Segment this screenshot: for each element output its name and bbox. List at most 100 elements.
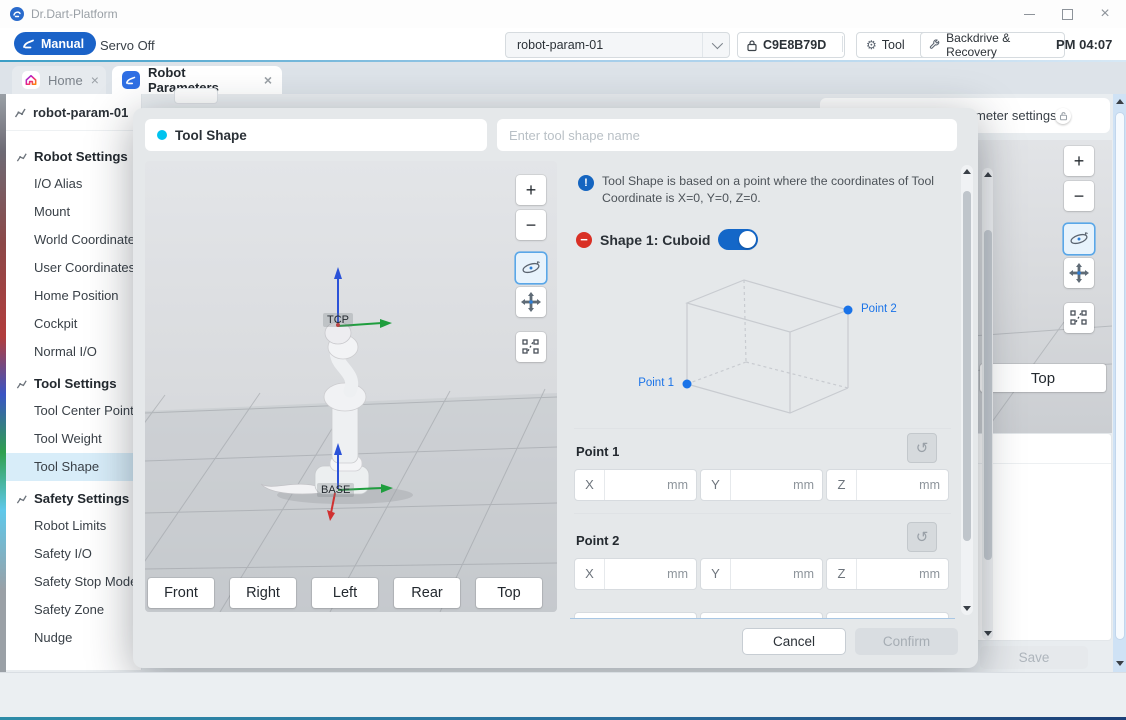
gear-icon: ⚙	[866, 38, 877, 52]
measure-button[interactable]	[516, 332, 546, 362]
point2-y-input[interactable]	[731, 566, 794, 582]
tab-close-icon[interactable]: ×	[91, 73, 99, 87]
background-scrollbar[interactable]	[982, 168, 993, 640]
point2-z-input[interactable]	[857, 566, 920, 582]
param-dropdown[interactable]: robot-param-01	[505, 32, 730, 58]
sidebar-item-nudge[interactable]: Nudge	[6, 624, 141, 652]
view-top-button[interactable]: Top	[476, 578, 542, 608]
scroll-down-icon[interactable]	[1115, 661, 1124, 666]
dialog-scrollbar[interactable]	[961, 165, 973, 615]
scroll-up-icon[interactable]	[983, 172, 992, 177]
cuboid-diagram	[682, 279, 853, 414]
point2-y-field: Y mm	[700, 558, 823, 590]
bg-zoom-out-button[interactable]: −	[1064, 181, 1094, 211]
scrollbar-thumb[interactable]	[983, 230, 992, 560]
page-scrollbar[interactable]	[1113, 94, 1126, 672]
point1-z-input[interactable]	[857, 477, 920, 493]
measure-icon	[522, 339, 539, 354]
point1-heading: Point 1	[576, 444, 620, 459]
point2-z-field: Z mm	[826, 558, 949, 590]
toolbar-separator	[842, 36, 843, 52]
zoom-out-button[interactable]: −	[516, 210, 546, 240]
background-top-view-button[interactable]: Top	[980, 364, 1106, 392]
sidebar-item-robot-limits[interactable]: Robot Limits	[6, 512, 141, 540]
bg-rotate-view-button[interactable]	[1064, 224, 1094, 254]
point2-heading: Point 2	[576, 533, 620, 548]
clock-text: PM 04:07	[1056, 37, 1113, 52]
sidebar-item-tool-shape[interactable]: Tool Shape	[6, 453, 141, 481]
tab-close-icon[interactable]: ×	[264, 73, 272, 87]
tab-bar: Home × Robot Parameters ×	[0, 62, 1126, 95]
sidebar-item-home-position[interactable]: Home Position	[6, 282, 141, 310]
lock-icon	[747, 39, 757, 51]
save-button[interactable]: Save	[980, 646, 1088, 669]
view-left-button[interactable]: Left	[312, 578, 378, 608]
sidebar-item-safety-stop-modes[interactable]: Safety Stop Modes	[6, 568, 144, 596]
bg-zoom-in-button[interactable]: +	[1064, 146, 1094, 176]
sidebar-item-safety-io[interactable]: Safety I/O	[6, 540, 141, 568]
scroll-up-icon[interactable]	[1115, 99, 1124, 104]
shape-enabled-toggle[interactable]	[718, 229, 759, 250]
scrollbar-thumb[interactable]	[963, 191, 971, 541]
cancel-button[interactable]: Cancel	[742, 628, 846, 655]
sidebar-item-safety-zone[interactable]: Safety Zone	[6, 596, 141, 624]
tool-button[interactable]: ⚙ Tool	[856, 32, 928, 58]
zoom-in-button[interactable]: +	[516, 175, 546, 205]
view-right-button[interactable]: Right	[230, 578, 296, 608]
window-title: Dr.Dart-Platform	[31, 7, 118, 21]
rotate-view-button[interactable]	[516, 253, 546, 283]
bg-measure-button[interactable]	[1064, 303, 1094, 333]
point2-reset-button[interactable]: ↺	[907, 522, 937, 552]
point1-y-input[interactable]	[731, 477, 794, 493]
robot-file-icon	[14, 108, 26, 117]
bg-pan-view-button[interactable]	[1064, 258, 1094, 288]
robot-3d-viewport[interactable]: TCP BASE + − Front Right Left Rear Top	[145, 161, 557, 612]
view-front-button[interactable]: Front	[148, 578, 214, 608]
view-rear-button[interactable]: Rear	[394, 578, 460, 608]
sidebar-item-cockpit[interactable]: Cockpit	[6, 310, 141, 338]
scroll-up-icon[interactable]	[963, 169, 971, 174]
sidebar-item-tool-weight[interactable]: Tool Weight	[6, 425, 141, 453]
point2-x-field: X mm	[574, 558, 697, 590]
point1-x-field: X mm	[574, 469, 697, 501]
tcp-label: TCP	[323, 313, 353, 327]
scroll-down-icon[interactable]	[983, 631, 992, 636]
remove-shape-icon[interactable]: −	[576, 231, 592, 248]
point1-x-input[interactable]	[605, 477, 668, 493]
settings-text-fragment: meter settings.	[975, 108, 1061, 123]
orbit-icon	[522, 261, 540, 274]
sidebar-item-io-alias[interactable]: I/O Alias	[6, 170, 141, 198]
point1-y-field: Y mm	[700, 469, 823, 501]
point1-reset-button[interactable]: ↺	[907, 433, 937, 463]
point2-x-input[interactable]	[605, 566, 668, 582]
minimize-icon[interactable]	[1012, 1, 1046, 27]
undo-icon: ↺	[915, 528, 929, 546]
device-id-button[interactable]: C9E8B79D	[737, 32, 845, 58]
undo-icon: ↺	[915, 439, 929, 457]
mode-button[interactable]: Manual	[14, 32, 97, 55]
tool-shape-name-input[interactable]	[497, 119, 957, 151]
close-icon[interactable]: ×	[1088, 1, 1122, 27]
pan-view-button[interactable]	[516, 287, 546, 317]
scroll-down-icon[interactable]	[963, 606, 971, 611]
tab-home[interactable]: Home ×	[12, 66, 106, 94]
point1-dot	[682, 379, 692, 389]
divider	[574, 428, 951, 429]
sidebar-item-user-coordinates[interactable]: User Coordinates	[6, 254, 141, 282]
sidebar-item-normal-io[interactable]: Normal I/O	[6, 338, 141, 366]
backdrive-recovery-button[interactable]: Backdrive & Recovery	[920, 31, 1065, 59]
scrollbar-thumb[interactable]	[1114, 112, 1125, 640]
sidebar-item-mount[interactable]: Mount	[6, 198, 141, 226]
sidebar-item-world-coordinates[interactable]: World Coordinates	[6, 226, 141, 254]
sidebar-item-tool-center-point[interactable]: Tool Center Point	[6, 397, 141, 425]
robot-3d-scene	[145, 161, 557, 612]
maximize-icon[interactable]	[1050, 1, 1084, 27]
pan-icon	[521, 292, 541, 312]
app-logo-icon	[10, 7, 24, 21]
taskbar: Servo Supervisor Manual	[0, 672, 1126, 718]
orbit-icon	[1070, 232, 1088, 245]
confirm-button[interactable]: Confirm	[855, 628, 958, 655]
pan-icon	[1069, 263, 1089, 283]
servo-status-text: Servo Off	[100, 38, 155, 53]
panel-collapse-button[interactable]	[174, 88, 218, 104]
